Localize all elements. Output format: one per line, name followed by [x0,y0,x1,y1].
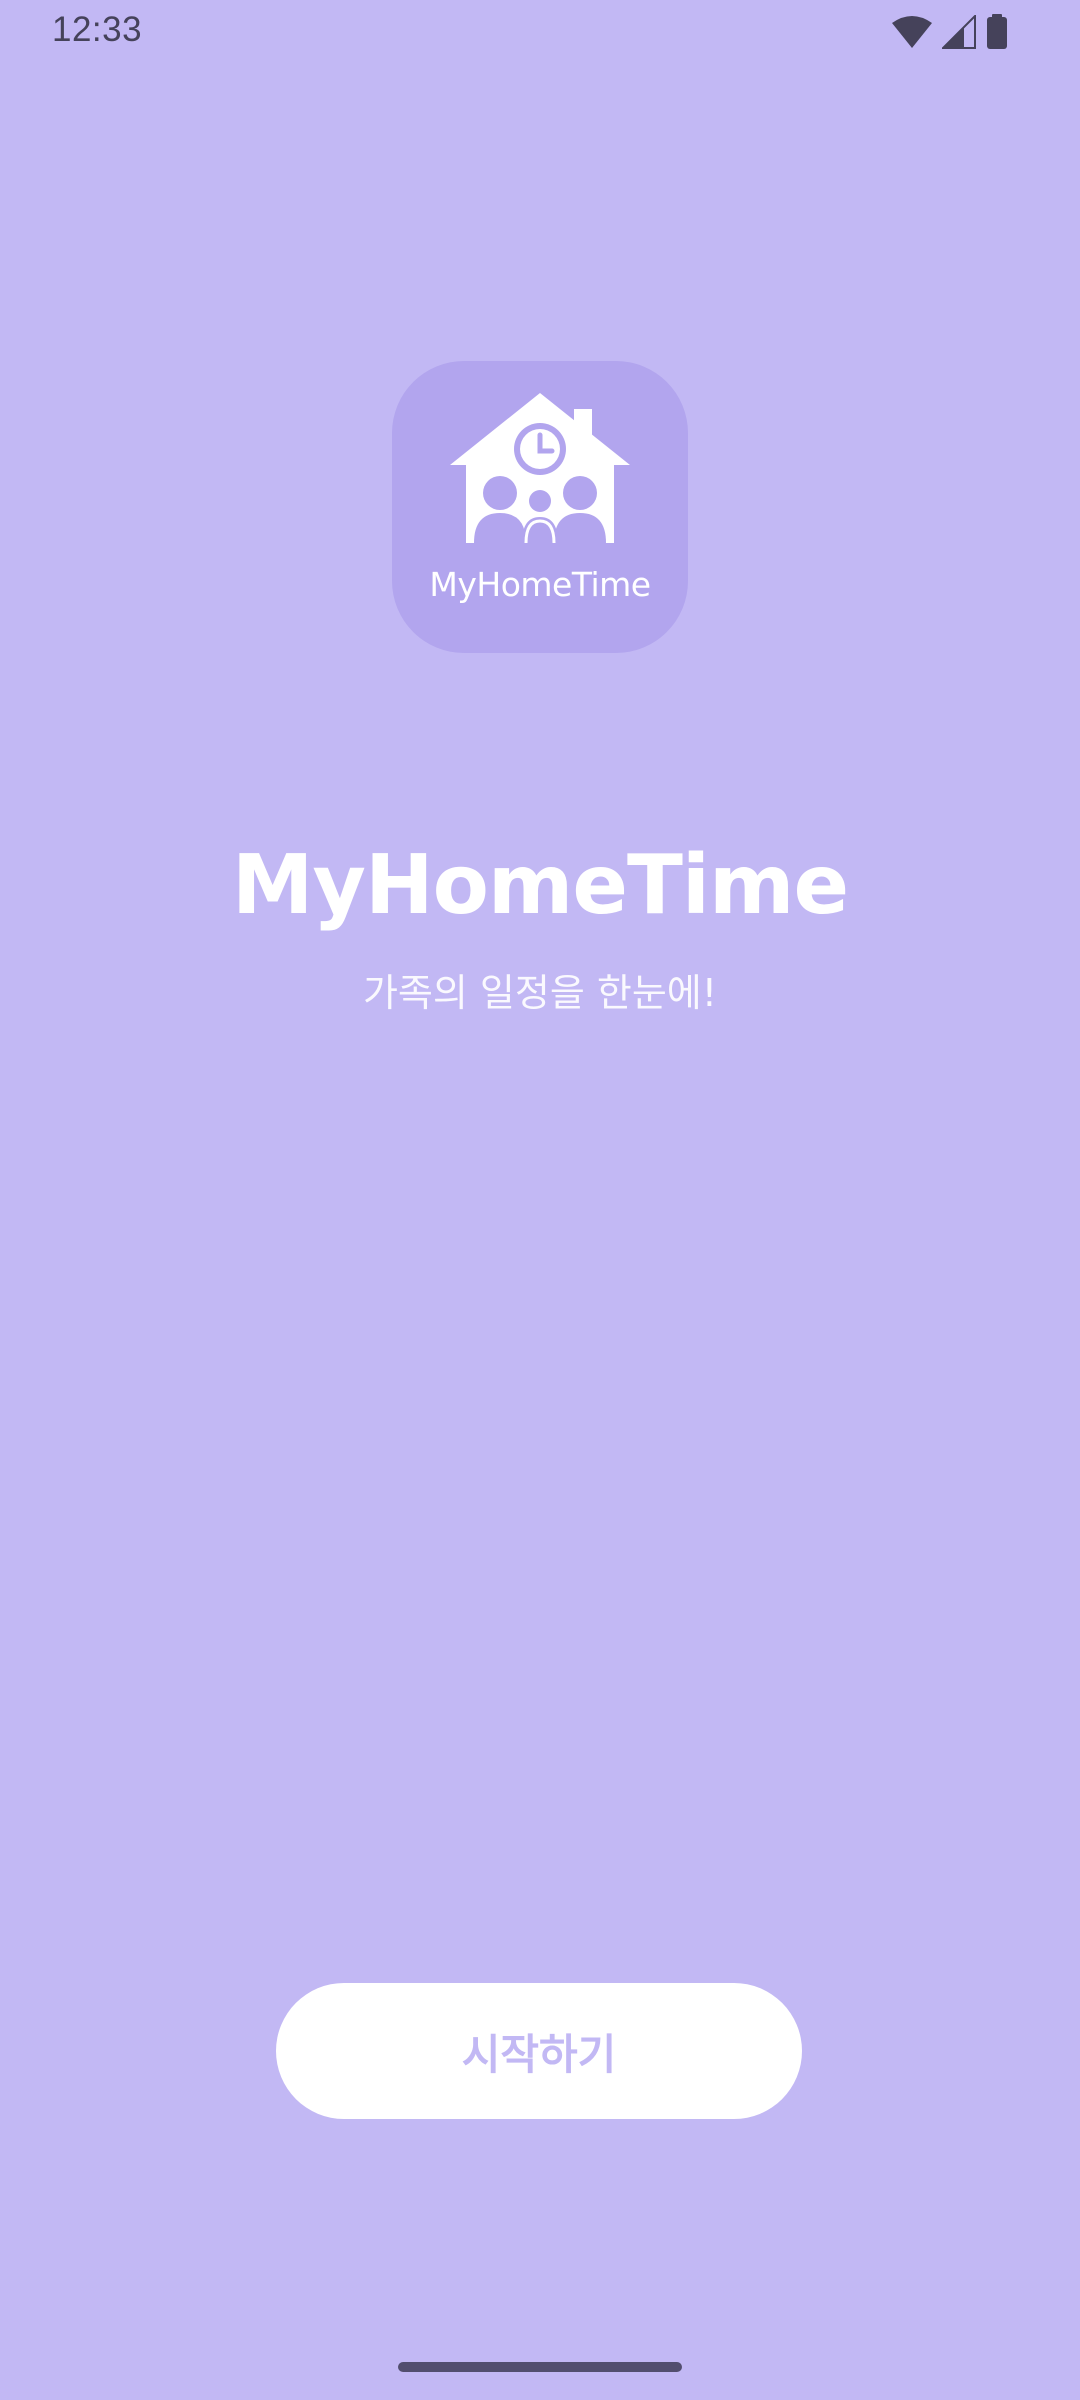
status-icons [892,12,1008,52]
app-icon-label: MyHomeTime [429,565,651,604]
battery-icon [986,14,1008,50]
status-bar: 12:33 [0,0,1080,64]
app-title: MyHomeTime [231,838,849,933]
cell-signal-icon [942,15,976,49]
wifi-icon [892,15,932,49]
start-button[interactable]: 시작하기 [276,1983,802,2119]
app-subtitle: 가족의 일정을 한눈에! [362,971,718,1015]
app-icon: MyHomeTime [392,361,688,653]
house-with-clock-and-family-icon [450,393,630,544]
home-indicator[interactable] [398,2362,682,2372]
status-time: 12:33 [52,10,143,49]
